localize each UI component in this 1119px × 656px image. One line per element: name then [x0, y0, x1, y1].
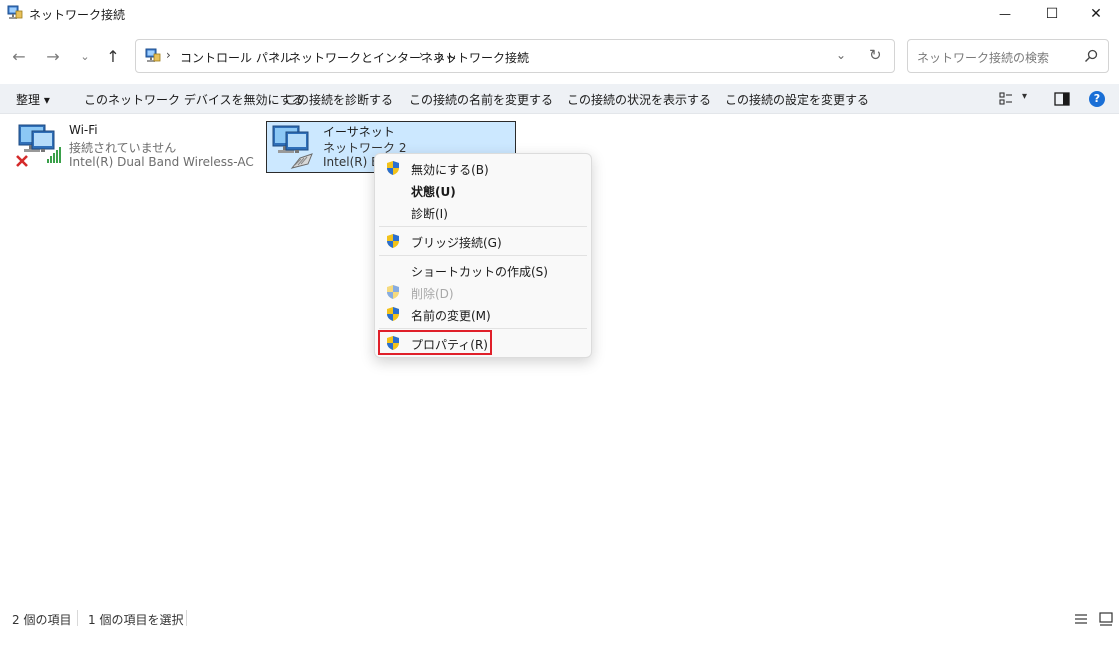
minimize-icon: — — [999, 7, 1011, 21]
menu-item-label: 状態(U) — [411, 185, 456, 199]
search-input[interactable]: ネットワーク接続の検索 — [917, 49, 1049, 66]
view-status-button[interactable]: この接続の状況を表示する — [567, 91, 711, 108]
title-bar: ネットワーク接続 — ☐ ✕ — [0, 0, 1119, 28]
disable-device-button[interactable]: このネットワーク デバイスを無効にする — [84, 91, 304, 108]
menu-separator — [379, 255, 587, 256]
view-dropdown-icon[interactable]: ▾ — [1022, 91, 1027, 102]
view-options-icon[interactable] — [999, 92, 1013, 106]
menu-item-label: 無効にする(B) — [411, 163, 489, 177]
menu-item-diagnose[interactable]: 診断(I) — [375, 201, 591, 223]
breadcrumb-separator-icon[interactable]: › — [419, 48, 424, 62]
menu-item-status[interactable]: 状態(U) — [375, 179, 591, 201]
menu-item-label: ショートカットの作成(S) — [411, 265, 548, 279]
arrow-left-icon: ← — [12, 46, 26, 66]
forward-button[interactable]: → — [41, 45, 65, 67]
breadcrumb-network-internet[interactable]: ネットワークとインターネット — [289, 49, 457, 66]
recent-locations-button[interactable]: ⌄ — [73, 45, 97, 67]
search-icon — [1085, 49, 1098, 62]
breadcrumb-separator-icon[interactable]: › — [275, 48, 280, 62]
menu-separator — [379, 328, 587, 329]
navigation-bar: ← → ⌄ ↑ › コントロール パネル › ネットワークとインターネット › … — [0, 34, 1119, 78]
maximize-button[interactable]: ☐ — [1029, 0, 1075, 28]
uac-shield-icon — [387, 234, 399, 248]
uac-shield-icon — [387, 161, 399, 175]
menu-item-rename[interactable]: 名前の変更(M) — [375, 303, 591, 325]
up-button[interactable]: ↑ — [101, 45, 125, 67]
status-separator — [186, 610, 187, 626]
command-bar: 整理 ▾ このネットワーク デバイスを無効にする この接続を診断する この接続の… — [0, 84, 1119, 114]
breadcrumb-network-connections[interactable]: ネットワーク接続 — [433, 49, 529, 66]
back-button[interactable]: ← — [7, 45, 31, 67]
arrow-up-icon: ↑ — [106, 46, 120, 66]
address-bar[interactable]: › コントロール パネル › ネットワークとインターネット › ネットワーク接続… — [135, 39, 895, 73]
properties-highlight-box — [378, 330, 492, 355]
connection-wifi[interactable]: Wi-Fi 接続されていません Intel(R) Dual Band Wirel… — [12, 121, 262, 173]
connection-name: Wi-Fi — [69, 123, 98, 137]
context-menu: 無効にする(B) 状態(U) 診断(I) ブリッジ接続(G) ショートカットの作… — [374, 153, 592, 358]
wifi-adapter-icon — [16, 124, 61, 167]
address-history-chevron-icon[interactable]: ⌄ — [836, 48, 846, 62]
minimize-button[interactable]: — — [982, 0, 1028, 28]
menu-item-delete: 削除(D) — [375, 281, 591, 303]
rename-connection-button[interactable]: この接続の名前を変更する — [409, 91, 553, 108]
chevron-down-icon: ⌄ — [80, 49, 90, 63]
menu-item-label: 名前の変更(M) — [411, 309, 491, 323]
maximize-icon: ☐ — [1045, 6, 1059, 22]
menu-separator — [379, 226, 587, 227]
control-panel-icon — [145, 48, 161, 62]
window-title: ネットワーク接続 — [29, 8, 126, 22]
breadcrumb-separator-icon[interactable]: › — [518, 48, 523, 62]
item-count: 2 個の項目 — [12, 613, 72, 627]
connection-device: Intel(R) Dual Band Wireless-AC 82... — [69, 155, 257, 169]
ethernet-adapter-icon — [272, 125, 313, 169]
menu-item-label: 診断(I) — [411, 207, 448, 221]
help-icon[interactable]: ? — [1089, 91, 1105, 107]
preview-pane-icon[interactable] — [1054, 92, 1070, 106]
menu-item-label: ブリッジ接続(G) — [411, 236, 502, 250]
close-icon: ✕ — [1090, 6, 1102, 22]
menu-item-create-shortcut[interactable]: ショートカットの作成(S) — [375, 259, 591, 281]
search-box[interactable]: ネットワーク接続の検索 — [907, 39, 1109, 73]
uac-shield-icon — [387, 307, 399, 321]
breadcrumb-separator-icon: › — [166, 48, 171, 62]
selected-count: 1 個の項目を選択 — [88, 613, 184, 627]
change-settings-button[interactable]: この接続の設定を変更する — [725, 91, 869, 108]
connection-status: 接続されていません — [69, 141, 177, 155]
network-connections-icon — [7, 5, 23, 19]
diagnose-connection-button[interactable]: この接続を診断する — [285, 91, 393, 108]
refresh-icon[interactable]: ↻ — [869, 46, 882, 64]
arrow-right-icon: → — [46, 46, 60, 66]
connection-name: イーサネット — [323, 125, 395, 139]
details-view-icon[interactable] — [1074, 613, 1088, 625]
organize-button[interactable]: 整理 ▾ — [16, 91, 50, 108]
close-button[interactable]: ✕ — [1073, 0, 1119, 28]
large-icons-view-icon[interactable] — [1099, 612, 1113, 626]
menu-item-disable[interactable]: 無効にする(B) — [375, 157, 591, 179]
menu-item-bridge[interactable]: ブリッジ接続(G) — [375, 230, 591, 252]
uac-shield-icon — [387, 285, 399, 299]
status-bar: 2 個の項目 1 個の項目を選択 — [0, 606, 1119, 632]
status-separator — [77, 610, 78, 626]
menu-item-label: 削除(D) — [411, 287, 454, 301]
